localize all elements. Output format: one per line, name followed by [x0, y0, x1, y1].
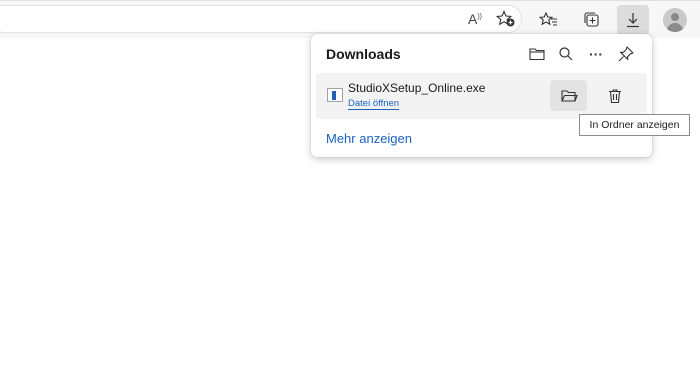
favorites-icon — [539, 11, 557, 26]
collections-icon — [584, 12, 599, 27]
collections-button[interactable] — [576, 5, 608, 35]
add-favorite-icon — [496, 10, 515, 27]
delete-icon — [608, 88, 621, 103]
read-aloud-icon: A)) — [467, 11, 482, 27]
open-file-link[interactable]: Datei öffnen — [348, 98, 400, 110]
search-icon — [559, 47, 573, 61]
read-aloud-button[interactable]: A)) — [462, 7, 488, 31]
downloads-panel-title: Downloads — [326, 46, 401, 62]
downloads-button[interactable] — [617, 5, 649, 35]
tooltip: In Ordner anzeigen — [579, 114, 690, 136]
download-icon — [627, 13, 639, 28]
open-folder-icon — [529, 48, 545, 61]
download-item[interactable]: StudioXSetup_Online.exe Datei öffnen — [316, 73, 647, 119]
more-options-icon: ··· — [589, 46, 603, 62]
browser-toolbar: A)) — [0, 0, 700, 38]
delete-download-button[interactable] — [596, 80, 633, 111]
file-exe-icon — [327, 88, 343, 102]
downloads-panel: Downloads ··· StudioXSetup_Online.exe Da… — [311, 34, 652, 157]
address-bar[interactable] — [0, 5, 522, 33]
show-in-folder-button[interactable] — [550, 80, 587, 111]
open-downloads-folder-button[interactable] — [524, 42, 550, 66]
favorites-button[interactable] — [533, 5, 565, 35]
pin-icon — [618, 46, 634, 62]
download-file-name: StudioXSetup_Online.exe — [348, 81, 486, 95]
show-more-link[interactable]: Mehr anzeigen — [326, 131, 412, 146]
search-downloads-button[interactable] — [553, 42, 579, 66]
pin-panel-button[interactable] — [613, 42, 639, 66]
tooltip-text: In Ordner anzeigen — [589, 119, 680, 131]
show-in-folder-icon — [560, 89, 578, 102]
more-options-button[interactable]: ··· — [583, 42, 609, 66]
add-favorite-button[interactable] — [493, 7, 519, 31]
profile-avatar-icon[interactable] — [663, 8, 687, 32]
